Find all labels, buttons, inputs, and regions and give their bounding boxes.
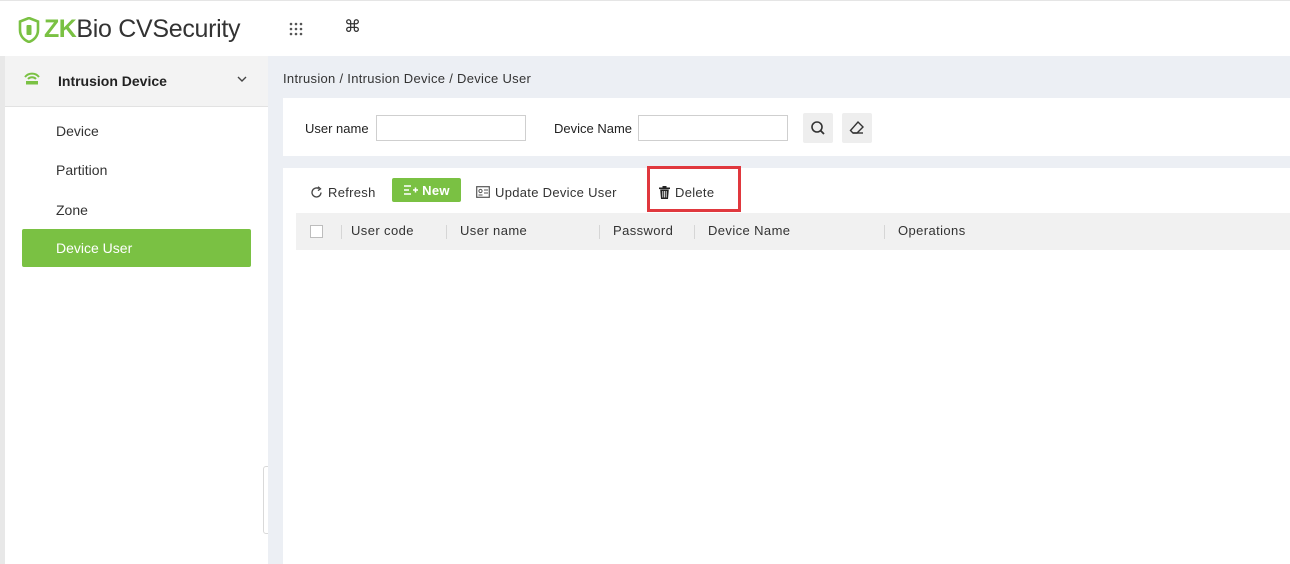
sidebar-item-device[interactable]: Device xyxy=(22,112,251,150)
sidebar-menu: Device Partition Zone Device User xyxy=(5,107,268,564)
top-bar: ZK Bio CVSecurity ⌘ xyxy=(0,0,1290,57)
sidebar-item-partition[interactable]: Partition xyxy=(22,151,251,189)
id-card-icon xyxy=(476,186,490,198)
column-separator xyxy=(446,225,447,239)
add-list-icon xyxy=(404,185,419,195)
sidebar-item-zone[interactable]: Zone xyxy=(22,191,251,229)
main-content: Intrusion / Intrusion Device / Device Us… xyxy=(268,56,1290,564)
breadcrumb: Intrusion / Intrusion Device / Device Us… xyxy=(283,71,532,86)
refresh-icon xyxy=(311,185,322,198)
search-button[interactable] xyxy=(803,113,833,143)
select-all-checkbox[interactable] xyxy=(310,225,323,238)
clear-button[interactable] xyxy=(842,113,872,143)
column-separator xyxy=(599,225,600,239)
shield-logo-icon xyxy=(18,16,40,43)
column-device-name[interactable]: Device Name xyxy=(708,223,790,238)
search-panel: User name Device Name xyxy=(283,98,1290,156)
delete-highlight-box xyxy=(647,166,741,212)
apps-grid-icon[interactable] xyxy=(288,21,304,37)
sidebar: Intrusion Device Device Partition Zone D… xyxy=(0,56,268,564)
column-operations[interactable]: Operations xyxy=(898,223,966,238)
column-user-name[interactable]: User name xyxy=(460,223,527,238)
sidebar-menu-header[interactable]: Intrusion Device xyxy=(5,56,268,107)
table-header: User code User name Password Device Name… xyxy=(296,213,1290,250)
new-button[interactable]: New xyxy=(392,178,461,202)
chevron-down-icon[interactable] xyxy=(237,76,247,82)
device-name-label: Device Name xyxy=(554,121,633,136)
refresh-label: Refresh xyxy=(328,184,376,200)
refresh-button[interactable]: Refresh xyxy=(310,180,376,204)
search-icon xyxy=(811,121,825,135)
column-user-code[interactable]: User code xyxy=(351,223,414,238)
column-separator xyxy=(694,225,695,239)
column-password[interactable]: Password xyxy=(613,223,673,238)
user-name-label: User name xyxy=(305,121,369,136)
app-logo[interactable]: ZK Bio CVSecurity xyxy=(18,15,241,44)
update-device-user-label: Update Device User xyxy=(495,184,617,200)
user-name-input[interactable] xyxy=(376,115,526,141)
new-label: New xyxy=(422,182,450,198)
eraser-icon xyxy=(849,120,864,134)
intrusion-device-icon xyxy=(24,72,40,85)
brand-zk: ZK xyxy=(44,15,77,43)
sidebar-item-device-user[interactable]: Device User xyxy=(22,229,251,267)
column-separator xyxy=(884,225,885,239)
command-icon[interactable]: ⌘ xyxy=(344,17,361,37)
device-user-panel: Refresh New Update Device User Delete Us… xyxy=(283,166,1290,564)
update-device-user-button[interactable]: Update Device User xyxy=(476,180,617,204)
column-separator xyxy=(341,225,342,239)
sidebar-header-label: Intrusion Device xyxy=(58,73,167,89)
brand-name: Bio CVSecurity xyxy=(76,15,241,43)
device-name-input[interactable] xyxy=(638,115,788,141)
